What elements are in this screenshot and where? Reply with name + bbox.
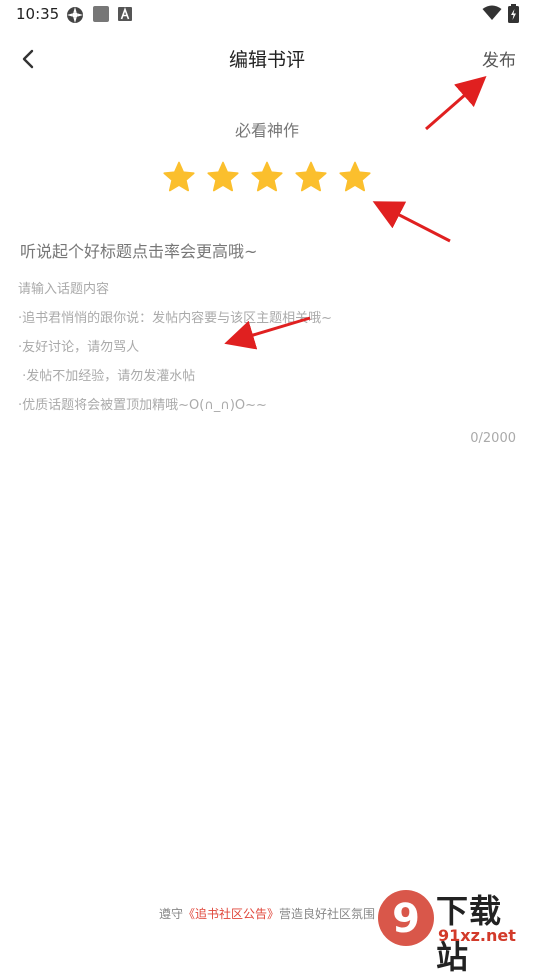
app-square-icon bbox=[93, 6, 109, 22]
character-counter: 0/2000 bbox=[470, 431, 516, 446]
page-title: 编辑书评 bbox=[228, 49, 305, 71]
content-placeholder-line: ·发帖不加经验，请勿发灌水帖 bbox=[18, 369, 196, 384]
star-icon[interactable] bbox=[162, 160, 196, 194]
notification-a-icon bbox=[118, 7, 132, 21]
watermark-logo-text: 9 bbox=[392, 896, 420, 942]
status-time: 10:35 bbox=[16, 5, 60, 23]
top-app-bar: 编辑书评 发布 bbox=[0, 36, 534, 80]
notice-suffix: 营造良好社区氛围 bbox=[279, 907, 376, 921]
watermark-url: 91xz.net bbox=[438, 926, 516, 945]
wifi-icon bbox=[482, 5, 502, 20]
battery-icon bbox=[508, 4, 519, 23]
review-content-input[interactable]: 请输入话题内容 ·追书君悄悄的跟你说：发帖内容要与该区主题相关哦~ ·友好讨论，… bbox=[18, 280, 518, 430]
status-bar: 10:35 bbox=[0, 0, 534, 28]
content-placeholder-line: 请输入话题内容 bbox=[18, 282, 110, 297]
content-placeholder-line: ·优质话题将会被置顶加精哦~O(∩_∩)O~~ bbox=[18, 398, 267, 413]
star-icon[interactable] bbox=[206, 160, 240, 194]
annotation-arrow-stars bbox=[372, 201, 451, 243]
annotation-arrows bbox=[224, 76, 487, 350]
content-placeholder-line: ·友好讨论，请勿骂人 bbox=[18, 340, 140, 355]
settings-sync-icon bbox=[67, 7, 83, 23]
community-announcement-link[interactable]: 《追书社区公告》 bbox=[183, 907, 279, 921]
star-rating[interactable] bbox=[162, 160, 377, 196]
publish-button[interactable]: 发布 bbox=[482, 46, 516, 71]
notice-prefix: 遵守 bbox=[158, 907, 183, 921]
star-icon[interactable] bbox=[338, 160, 372, 194]
star-icon[interactable] bbox=[294, 160, 328, 194]
review-title-input[interactable] bbox=[20, 237, 514, 265]
watermark-logo: 9 bbox=[378, 890, 434, 946]
rating-label: 必看神作 bbox=[234, 121, 299, 140]
content-placeholder-line: ·追书君悄悄的跟你说：发帖内容要与该区主题相关哦~ bbox=[18, 311, 333, 326]
site-watermark: 9 下载站 91xz.net bbox=[372, 882, 534, 976]
star-icon[interactable] bbox=[250, 160, 284, 194]
